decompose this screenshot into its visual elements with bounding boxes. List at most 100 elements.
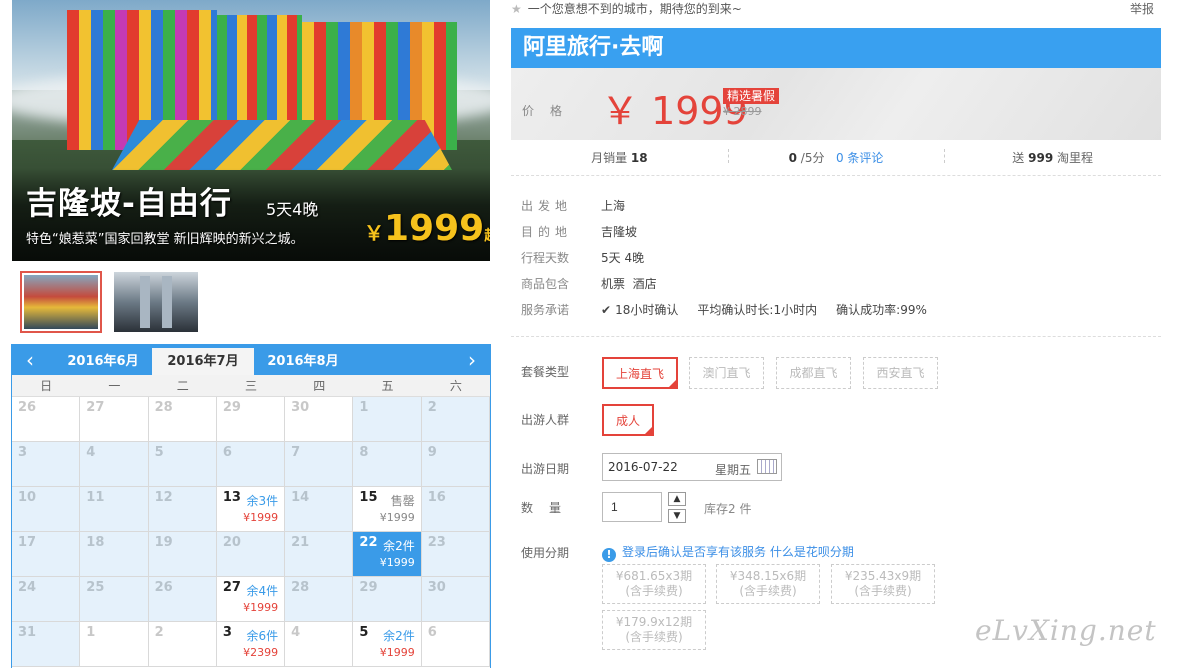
day-number: 14	[291, 490, 310, 505]
calendar-icon[interactable]	[757, 459, 777, 474]
package-option-shanghai[interactable]: 上海直飞	[602, 357, 678, 389]
hero-price-symbol: ￥	[364, 221, 384, 245]
comments-link[interactable]: 0 条评论	[836, 151, 883, 165]
calendar-day: 29	[216, 397, 286, 442]
plan-amount: ¥348.15x6期	[729, 569, 807, 583]
watermark: eLvXing.net	[975, 614, 1157, 647]
calendar-day: 1	[80, 622, 149, 667]
month-tab-next[interactable]: 2016年8月	[252, 348, 354, 375]
weekday-label: 一	[108, 379, 121, 393]
rating-suffix: /5分	[800, 151, 825, 165]
calendar-day: 11	[80, 487, 149, 532]
day-number: 1	[86, 625, 96, 640]
star-icon[interactable]: ★	[511, 2, 522, 16]
thumbnail-image	[24, 275, 98, 329]
installment-plan-12[interactable]: ¥179.9x12期 (含手续费)	[602, 610, 706, 650]
calendar-day: 9	[421, 442, 490, 487]
date-weekday: 星期五	[715, 463, 752, 477]
quantity-decrease-icon[interactable]: ▼	[668, 509, 686, 523]
thumbnail-1[interactable]	[20, 271, 102, 333]
quantity-input[interactable]	[602, 492, 662, 522]
plan-fee: (含手续费)	[854, 584, 912, 598]
thumbnail-image	[114, 272, 198, 332]
day-number: 22	[359, 535, 378, 550]
quantity-increase-icon[interactable]: ▲	[668, 492, 686, 506]
chevron-left-icon[interactable]: ‹	[18, 348, 42, 372]
calendar-day: 1	[353, 397, 422, 442]
day-number: 10	[18, 490, 37, 505]
calendar-day[interactable]: 5 余2件 ¥1999	[353, 622, 422, 667]
installment-plan-3[interactable]: ¥681.65x3期 (含手续费)	[602, 564, 706, 604]
day-number: 2	[154, 625, 164, 640]
calendar-day: 6	[421, 622, 490, 667]
calendar-day: 18	[80, 532, 149, 577]
day-number: 21	[291, 535, 310, 550]
installment-plan-9[interactable]: ¥235.43x9期 (含手续费)	[831, 564, 935, 604]
day-stock: 余2件	[383, 629, 415, 643]
weekday-label: 六	[449, 379, 462, 393]
day-number: 16	[427, 490, 446, 505]
calendar-day: 8	[353, 442, 422, 487]
day-stock: 余6件	[246, 629, 279, 643]
installment-help-link[interactable]: 什么是花呗分期	[770, 545, 854, 559]
weekday-label: 四	[313, 379, 326, 393]
calendar-day: 31	[12, 622, 81, 667]
day-price: ¥1999	[379, 556, 415, 569]
hero-price-value: 1999	[384, 208, 485, 249]
day-number: 26	[154, 580, 173, 595]
calendar-day: 29	[353, 577, 422, 622]
package-option-macau[interactable]: 澳门直飞	[689, 357, 764, 389]
day-number: 28	[291, 580, 310, 595]
calendar-day[interactable]: 3 余6件 ¥2399	[216, 622, 286, 667]
installment-plan-6[interactable]: ¥348.15x6期 (含手续费)	[716, 564, 820, 604]
day-number: 24	[18, 580, 37, 595]
chevron-right-icon[interactable]: ›	[460, 348, 484, 372]
month-tab-active[interactable]: 2016年7月	[152, 348, 254, 375]
date-picker[interactable]: 2016-07-22 星期五	[602, 453, 782, 481]
check-icon: ✔	[601, 303, 612, 317]
calendar-day[interactable]: 15 售罄 ¥1999	[353, 487, 422, 532]
day-number: 25	[86, 580, 105, 595]
calendar-day: 23	[421, 532, 490, 577]
thumbnail-2[interactable]	[114, 272, 198, 332]
weekday-label: 三	[244, 379, 257, 393]
crowd-label: 出游人群	[521, 413, 570, 427]
package-label: 套餐类型	[521, 365, 570, 379]
crowd-option-adult[interactable]: 成人	[602, 404, 654, 436]
stats-bar: 月销量 18 0 /5分 0 条评论 送 999 淘里程	[511, 140, 1161, 176]
day-number: 7	[291, 445, 301, 460]
day-number: 18	[86, 535, 105, 550]
calendar-day-selected[interactable]: 22 余2件 ¥1999	[353, 532, 422, 577]
rating-value: 0	[788, 151, 797, 165]
plan-fee: (含手续费)	[739, 584, 797, 598]
calendar-day: 5	[148, 442, 217, 487]
calendar-day: 3	[12, 442, 81, 487]
day-number: 11	[86, 490, 105, 505]
date-label: 出游日期	[521, 462, 570, 476]
calendar-day[interactable]: 13 余3件 ¥1999	[216, 487, 286, 532]
calendar-day: 4	[80, 442, 149, 487]
calendar-day[interactable]: 27 余4件 ¥1999	[216, 577, 286, 622]
day-price: ¥2399	[243, 646, 279, 659]
calendar-day: 30	[421, 577, 490, 622]
day-number: 4	[291, 625, 301, 640]
day-price: ¥1999	[243, 511, 279, 524]
info-label: 行程天数	[521, 251, 570, 265]
report-link[interactable]: 举报	[1130, 0, 1154, 17]
day-number: 5	[154, 445, 164, 460]
info-includes: 商品包含 机票 酒店	[521, 275, 657, 292]
day-number: 12	[154, 490, 173, 505]
day-number: 3	[222, 625, 232, 640]
package-option-xian[interactable]: 西安直飞	[863, 357, 938, 389]
day-price: ¥1999	[379, 646, 415, 659]
month-tab-prev[interactable]: 2016年6月	[52, 348, 154, 375]
package-option-chengdu[interactable]: 成都直飞	[776, 357, 851, 389]
info-label: 商品包含	[521, 277, 570, 291]
calendar-day: 2	[421, 397, 490, 442]
weekday-row: 日 一 二 三 四 五 六	[12, 375, 490, 397]
installment-note-text: 登录后确认是否享有该服务	[622, 545, 767, 559]
hero-description: 特色“娘惹菜”国家回教堂 新旧辉映的新兴之城。	[26, 232, 304, 247]
plan-fee: (含手续费)	[625, 630, 683, 644]
stock-text: 库存2 件	[704, 502, 752, 516]
day-number: 30	[291, 400, 310, 415]
